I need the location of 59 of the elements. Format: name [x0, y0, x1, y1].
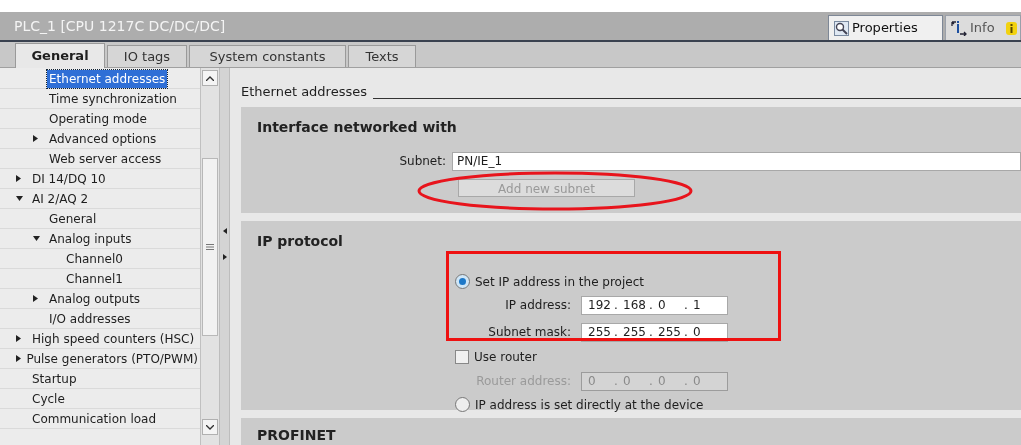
- tree-item[interactable]: DI 14/DQ 10: [30, 169, 108, 188]
- chevron-up-icon: [206, 75, 214, 81]
- tab[interactable]: IO tags: [107, 45, 187, 67]
- collapse-left-icon[interactable]: [222, 228, 227, 234]
- tree-item[interactable]: Operating mode: [47, 109, 149, 128]
- info-arrows-icon: [951, 20, 967, 36]
- expanded-arrow-icon[interactable]: [33, 236, 40, 241]
- expand-right-icon[interactable]: [222, 254, 227, 260]
- tree-item[interactable]: Communication load: [30, 409, 159, 428]
- scroll-down-button[interactable]: [202, 419, 218, 435]
- tree-item[interactable]: Analog outputs: [47, 289, 143, 308]
- collapsed-arrow-icon[interactable]: [16, 335, 21, 342]
- section-title: Interface networked with: [256, 117, 458, 137]
- warning-info-icon: [1005, 21, 1017, 35]
- view-tab[interactable]: Info: [945, 15, 1021, 40]
- tree-item[interactable]: Time synchronization: [47, 89, 179, 108]
- tab[interactable]: System constants: [189, 45, 346, 67]
- collapsed-arrow-icon[interactable]: [16, 355, 21, 362]
- scroll-up-button[interactable]: [202, 70, 218, 86]
- section-title: PROFINET: [256, 425, 337, 445]
- radio-label: Set IP address in the project: [475, 273, 644, 291]
- tree-item[interactable]: Channel0: [64, 249, 125, 268]
- tree-item[interactable]: Channel1: [64, 269, 125, 288]
- checkbox-label: Use router: [474, 348, 537, 366]
- tree-item[interactable]: Cycle: [30, 389, 67, 408]
- field-label: IP address:: [504, 297, 572, 314]
- chevron-down-icon: [206, 424, 214, 430]
- radio-label: IP address is set directly at the device: [475, 396, 704, 414]
- radio-button[interactable]: [455, 274, 470, 289]
- ip-address-field[interactable]: 192 . 168 . 0 . 1: [581, 295, 728, 315]
- radio-button[interactable]: [455, 397, 470, 412]
- view-tab[interactable]: Properties: [828, 15, 943, 40]
- scroll-thumb[interactable]: [202, 158, 218, 336]
- tree-item[interactable]: General: [47, 209, 99, 228]
- collapsed-arrow-icon[interactable]: [33, 135, 38, 142]
- magnifier-icon: [834, 20, 849, 36]
- field-label: Subnet:: [398, 153, 447, 170]
- subnet-field[interactable]: PN/IE_1: [452, 151, 1021, 171]
- tree-item[interactable]: Analog inputs: [47, 229, 134, 248]
- section-title: IP protocol: [256, 231, 344, 251]
- tree-item[interactable]: Advanced options: [47, 129, 159, 148]
- collapsed-arrow-icon[interactable]: [16, 175, 21, 182]
- grip-icon: [206, 244, 214, 250]
- checkbox[interactable]: [455, 349, 469, 364]
- tree-item[interactable]: I/O addresses: [47, 309, 133, 328]
- tree-item[interactable]: Startup: [30, 369, 79, 388]
- tab[interactable]: Texts: [348, 45, 416, 67]
- tree-item[interactable]: Ethernet addresses: [47, 69, 168, 88]
- vertical-scrollbar[interactable]: [200, 68, 219, 445]
- tree-item[interactable]: High speed counters (HSC): [30, 329, 197, 348]
- tree-item[interactable]: Web server access: [47, 149, 164, 168]
- collapsed-arrow-icon[interactable]: [33, 295, 38, 302]
- tree-item[interactable]: Pulse generators (PTO/PWM): [24, 349, 200, 368]
- section-heading: Ethernet addresses: [241, 83, 367, 101]
- expanded-arrow-icon[interactable]: [16, 196, 23, 201]
- field-label: Subnet mask:: [487, 324, 572, 341]
- tab[interactable]: General: [15, 43, 105, 68]
- window-title: PLC_1 [CPU 1217C DC/DC/DC]: [13, 16, 226, 36]
- tree-item[interactable]: AI 2/AQ 2: [30, 189, 91, 208]
